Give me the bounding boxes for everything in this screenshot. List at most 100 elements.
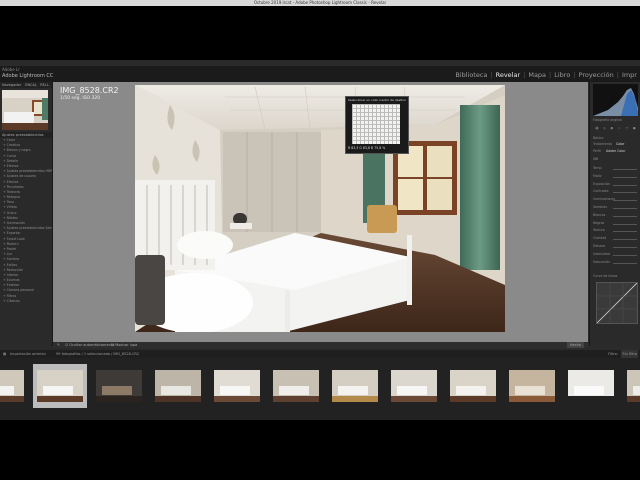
navigator-preview-image: [2, 90, 48, 130]
filmstrip-thumbnail[interactable]: [623, 364, 640, 408]
nav-option-fill[interactable]: RELL.: [40, 83, 50, 87]
thumbnail-image: [391, 370, 437, 402]
auto-dismiss-checkbox[interactable]: ☑ Ocultar automáticamente: [65, 342, 114, 348]
thumbnail-image: [96, 370, 142, 402]
slider-label: Blancos: [593, 212, 606, 217]
auto-dismiss-label: Ocultar automáticamente: [69, 343, 115, 347]
slider-row: Claridad: [593, 236, 638, 244]
filmstrip-thumbnail[interactable]: [92, 364, 146, 408]
filmstrip-thumbnail[interactable]: [33, 364, 87, 408]
slider-label: Exposición: [593, 181, 611, 186]
image-filename: IMG_8528.CR2: [60, 86, 119, 95]
thumbnail-image: [509, 370, 555, 402]
filmstrip-header: ▦ Importación anterior 99 fotografías / …: [0, 350, 640, 358]
show-loupe-checkbox[interactable]: ☑ Mostrar lupa: [111, 342, 137, 348]
wb-label: WB: [593, 157, 599, 161]
slider-row: Contraste: [593, 189, 638, 197]
tool-strip: ▦ ◎ ◉ ▭ ○ ●: [593, 126, 638, 132]
thumbnail-image: [155, 370, 201, 402]
slider-label: Claridad: [593, 236, 607, 241]
filmstrip-thumbnail[interactable]: [210, 364, 264, 408]
mac-window-title: Octubre 2019.lrcat - Adobe Photoshop Lig…: [253, 0, 387, 5]
filmstrip-thumbnail[interactable]: [269, 364, 323, 408]
preset-item[interactable]: + Clásicos: [0, 299, 52, 304]
filmstrip-thumbnail[interactable]: [387, 364, 441, 408]
slider-label: Saturación: [593, 259, 611, 264]
brand-name: Adobe Lightroom CC: [2, 73, 54, 79]
slider-track[interactable]: [613, 207, 637, 209]
image-exposure-info: 1/50 seg. ISO 320: [60, 96, 101, 101]
slider-row: Negros: [593, 221, 638, 229]
slider-track[interactable]: [613, 246, 637, 248]
slider-track[interactable]: [613, 239, 637, 241]
slider-track[interactable]: [613, 215, 637, 217]
thumbnail-image: [214, 370, 260, 402]
crop-tool-icon[interactable]: ▦: [595, 126, 598, 132]
thumbnail-image: [37, 370, 83, 402]
treatment-color-option[interactable]: Color: [616, 142, 624, 146]
slider-row: Blancos: [593, 213, 638, 221]
filmstrip-thumbnail[interactable]: [328, 364, 382, 408]
grid-view-icon[interactable]: ▦: [3, 350, 6, 358]
module-mapa[interactable]: Mapa: [525, 70, 549, 80]
slider-row: Sombras: [593, 205, 638, 213]
slider-label: Sombras: [593, 204, 608, 209]
tone-curve[interactable]: [596, 282, 638, 324]
radial-filter-icon[interactable]: ○: [625, 126, 628, 132]
slider-track[interactable]: [613, 184, 637, 186]
graduated-filter-icon[interactable]: ▭: [618, 126, 621, 132]
redeye-icon[interactable]: ◉: [610, 126, 613, 132]
module-picker: Biblioteca | Revelar | Mapa | Libro | Pr…: [452, 70, 640, 80]
thumbnail-image: [273, 370, 319, 402]
filmstrip-thumbnail[interactable]: [505, 364, 559, 408]
navigator-thumbnail[interactable]: [2, 90, 48, 130]
slider-track[interactable]: [613, 200, 637, 202]
slider-row: Textura: [593, 228, 638, 236]
filmstrip-thumbnail[interactable]: [564, 364, 618, 408]
slider-label: Textura: [593, 228, 605, 233]
wb-picker-icon[interactable]: ✎: [57, 342, 60, 348]
slider-track[interactable]: [613, 176, 637, 178]
filmstrip-thumbnail[interactable]: [0, 364, 28, 408]
slider-track[interactable]: [613, 192, 637, 194]
tone-curve-label: Curva de tonos: [593, 274, 618, 278]
navigator-label: Navegador: [2, 83, 22, 87]
filter-label: Filtro:: [608, 352, 618, 356]
filter-dropdown[interactable]: Sin filtro: [621, 350, 638, 358]
slider-label: Dehaze: [593, 243, 606, 248]
brush-icon[interactable]: ●: [633, 126, 636, 132]
histogram[interactable]: [593, 84, 638, 116]
slider-label: Intensidad: [593, 251, 610, 256]
right-panel: Fotografía original ▦ ◎ ◉ ▭ ○ ● Básico T…: [589, 82, 640, 366]
loupe-title: Seleccionar un color neutro de destino: [348, 98, 406, 102]
slider-row: Dehaze: [593, 244, 638, 252]
bedroom-photo: [135, 85, 505, 332]
basic-label: Básico: [593, 136, 604, 140]
profile-value[interactable]: Adobe Color: [606, 149, 625, 153]
filmstrip-thumbnail[interactable]: [446, 364, 500, 408]
spot-removal-icon[interactable]: ◎: [603, 126, 606, 132]
module-imprimir[interactable]: Impr: [619, 70, 640, 80]
module-biblioteca[interactable]: Biblioteca: [452, 70, 490, 80]
tone-curve-graph: [597, 283, 637, 323]
slider-track[interactable]: [613, 262, 637, 264]
module-header: Adobe Lr Adobe Lightroom CC Biblioteca |…: [0, 66, 640, 82]
module-libro[interactable]: Libro: [551, 70, 573, 80]
slider-row: Temp: [593, 166, 638, 174]
slider-track[interactable]: [613, 223, 637, 225]
done-button[interactable]: Hecho: [566, 342, 584, 348]
module-revelar[interactable]: Revelar: [493, 70, 524, 80]
filmstrip: [0, 358, 640, 420]
main-photo[interactable]: [135, 85, 505, 332]
slider-track[interactable]: [613, 231, 637, 233]
navigator-header[interactable]: Navegador ENCAJ. RELL.: [0, 82, 52, 88]
module-proyeccion[interactable]: Proyección: [576, 70, 617, 80]
profile-label: Perfil: [593, 149, 601, 153]
mac-menubar: Octubre 2019.lrcat - Adobe Photoshop Lig…: [0, 0, 640, 6]
nav-option-fit[interactable]: ENCAJ.: [25, 83, 37, 87]
thumbnail-image: [332, 370, 378, 402]
slider-track[interactable]: [613, 169, 637, 170]
slider-track[interactable]: [613, 254, 637, 256]
filmstrip-source[interactable]: Importación anterior: [10, 350, 46, 358]
filmstrip-thumbnail[interactable]: [151, 364, 205, 408]
